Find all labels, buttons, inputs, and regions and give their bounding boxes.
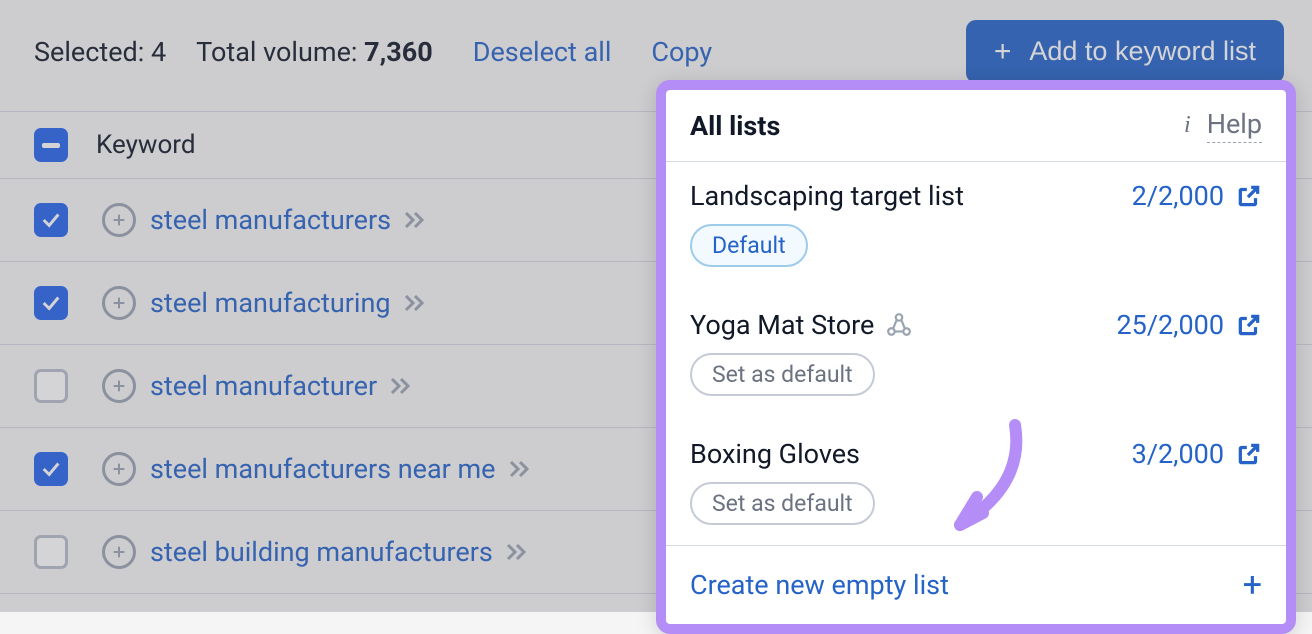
copy-link[interactable]: Copy [651,36,712,68]
volume-label: Total volume: [196,36,357,68]
default-badge: Default [690,224,808,267]
keyword-link[interactable]: steel building manufacturers [150,536,493,568]
chevron-right-icon [403,293,427,313]
list-item[interactable]: Boxing Gloves 3/2,000 Set as default [666,416,1286,545]
expand-icon[interactable] [102,535,136,569]
deselect-all-link[interactable]: Deselect all [473,36,612,68]
chevron-right-icon [403,210,427,230]
add-button-label: Add to keyword list [1029,36,1256,67]
row-checkbox[interactable] [34,286,68,320]
popup-title: All lists [690,110,1184,142]
selected-count: 4 [151,36,166,68]
row-checkbox[interactable] [34,535,68,569]
column-header-keyword[interactable]: Keyword [96,130,196,160]
volume-value: 7,360 [364,36,433,68]
popup-header: All lists i Help [666,90,1286,162]
volume-text: Total volume: 7,360 [206,36,433,68]
select-all-checkbox[interactable] [34,128,68,162]
keyword-link[interactable]: steel manufacturer [150,370,377,402]
chevron-right-icon [505,542,529,562]
create-new-list-link[interactable]: Create new empty list [690,569,1243,601]
external-link-icon[interactable] [1236,312,1262,338]
expand-icon[interactable] [102,203,136,237]
set-as-default-button[interactable]: Set as default [690,482,875,525]
popup-lists: Landscaping target list 2/2,000 Default Yog… [666,162,1286,545]
list-item[interactable]: Yoga Mat Store 25/2,000 Set as default [666,287,1286,416]
external-link-icon[interactable] [1236,183,1262,209]
list-count[interactable]: 2/2,000 [1132,180,1224,212]
expand-icon[interactable] [102,369,136,403]
selected-label: Selected: [34,36,144,68]
keyword-lists-popup: All lists i Help Landscaping target list… [656,80,1296,634]
set-as-default-button[interactable]: Set as default [690,353,875,396]
list-name: Landscaping target list [690,180,964,212]
chevron-right-icon [389,376,413,396]
add-to-keyword-list-button[interactable]: + Add to keyword list [966,20,1284,83]
external-link-icon[interactable] [1236,441,1262,467]
keyword-link[interactable]: steel manufacturers [150,204,391,236]
list-item[interactable]: Landscaping target list 2/2,000 Default [666,162,1286,287]
list-count[interactable]: 25/2,000 [1117,309,1225,341]
list-name: Yoga Mat Store [690,309,874,341]
selected-text: Selected: 4 [34,36,166,68]
expand-icon[interactable] [102,452,136,486]
keyword-link[interactable]: steel manufacturing [150,287,391,319]
plus-icon: + [994,37,1012,67]
expand-icon[interactable] [102,286,136,320]
row-checkbox[interactable] [34,452,68,486]
info-icon[interactable]: i [1184,112,1191,139]
list-name: Boxing Gloves [690,438,860,470]
row-checkbox[interactable] [34,369,68,403]
minus-icon [42,143,60,148]
keyword-link[interactable]: steel manufacturers near me [150,453,496,485]
chevron-right-icon [508,459,532,479]
shared-icon [886,312,912,338]
help-link[interactable]: Help [1207,108,1262,143]
popup-footer: Create new empty list + [666,545,1286,624]
row-checkbox[interactable] [34,203,68,237]
create-plus-icon[interactable]: + [1243,568,1262,602]
list-count[interactable]: 3/2,000 [1132,438,1224,470]
